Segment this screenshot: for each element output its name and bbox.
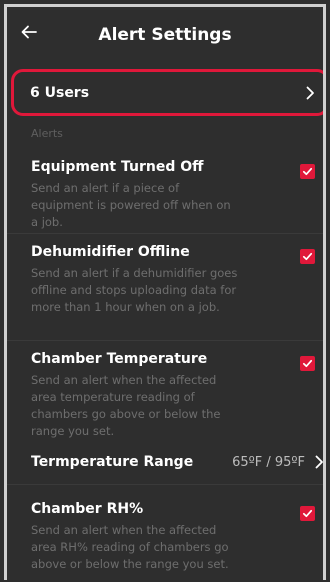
alert-checkbox[interactable]	[300, 356, 315, 371]
alert-checkbox[interactable]	[300, 164, 315, 179]
users-row[interactable]: 6 Users	[11, 69, 323, 116]
alert-description: Send an alert if a dehumidifier goes off…	[31, 266, 238, 314]
alert-title: Dehumidifier Offline	[31, 244, 190, 260]
divider	[7, 484, 323, 485]
alert-checkbox[interactable]	[300, 249, 315, 264]
alert-dehumidifier-offline: Dehumidifier Offline Send an alert if a …	[31, 243, 321, 316]
phone-screen: Alert Settings 6 Users Alerts Equipment …	[4, 4, 326, 580]
checkmark-icon	[302, 252, 313, 261]
temperature-range-value: 65ºF / 95ºF	[232, 454, 305, 470]
chevron-right-icon	[302, 85, 318, 101]
alert-equipment-turned-off: Equipment Turned Off Send an alert if a …	[31, 158, 321, 231]
app-header: Alert Settings	[7, 7, 323, 64]
alert-description: Send an alert if a piece of equipment is…	[31, 181, 231, 229]
users-label: 6 Users	[30, 84, 90, 101]
temperature-range-label: Termperature Range	[31, 454, 194, 470]
checkmark-icon	[302, 359, 313, 368]
alert-title: Equipment Turned Off	[31, 159, 204, 175]
page-title: Alert Settings	[98, 25, 232, 45]
alert-description: Send an alert when the affected area RH%…	[31, 523, 229, 571]
divider	[7, 340, 323, 341]
checkmark-icon	[302, 509, 313, 518]
alert-checkbox[interactable]	[300, 506, 315, 521]
alert-chamber-rh: Chamber RH% Send an alert when the affec…	[31, 500, 321, 573]
checkmark-icon	[302, 167, 313, 176]
divider	[7, 233, 323, 234]
alert-chamber-temperature: Chamber Temperature Send an alert when t…	[31, 350, 321, 440]
alert-title: Chamber Temperature	[31, 351, 208, 367]
temperature-range-row[interactable]: Termperature Range 65ºF / 95ºF	[31, 447, 323, 477]
alert-title: Chamber RH%	[31, 501, 144, 517]
alerts-section-label: Alerts	[31, 127, 63, 140]
chevron-right-icon	[311, 454, 323, 470]
alert-description: Send an alert when the affected area tem…	[31, 373, 221, 438]
